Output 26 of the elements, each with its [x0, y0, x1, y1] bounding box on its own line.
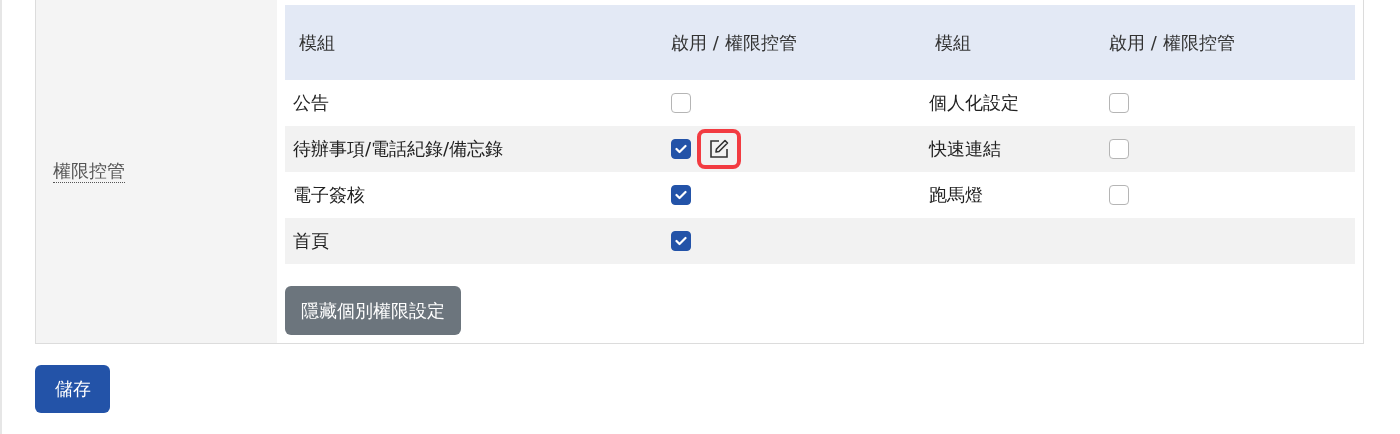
column-header: 啟用 / 權限控管	[1095, 5, 1355, 80]
hide-settings-button[interactable]: 隱藏個別權限設定	[285, 286, 461, 335]
checkbox[interactable]	[671, 93, 691, 113]
save-button[interactable]: 儲存	[35, 365, 110, 413]
column-header: 模組	[285, 5, 657, 80]
edit-icon	[708, 138, 730, 160]
checkbox[interactable]	[1109, 185, 1129, 205]
module-name: 待辦事項/電話紀錄/備忘錄	[293, 138, 504, 159]
column-header: 啟用 / 權限控管	[657, 5, 921, 80]
section-label: 權限控管	[53, 160, 125, 183]
checkbox[interactable]	[671, 139, 691, 159]
check-icon	[675, 190, 687, 200]
module-name: 個人化設定	[929, 92, 1019, 113]
module-name: 公告	[293, 92, 329, 113]
checkbox[interactable]	[671, 185, 691, 205]
checkbox[interactable]	[1109, 93, 1129, 113]
module-name: 電子簽核	[293, 184, 365, 205]
module-name: 跑馬燈	[929, 184, 983, 205]
checkbox[interactable]	[671, 231, 691, 251]
module-name: 快速連結	[929, 138, 1001, 159]
checkbox[interactable]	[1109, 139, 1129, 159]
column-header: 模組	[921, 5, 1095, 80]
module-name: 首頁	[293, 230, 329, 251]
check-icon	[675, 236, 687, 246]
check-icon	[675, 144, 687, 154]
edit-button[interactable]	[697, 129, 741, 169]
